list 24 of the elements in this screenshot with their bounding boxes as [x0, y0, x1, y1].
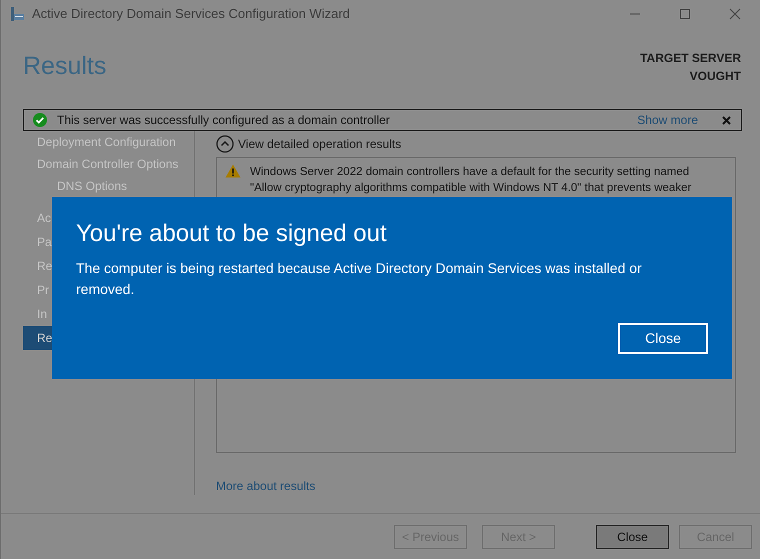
sidebar-item[interactable]: DNS Options: [23, 175, 194, 197]
page-title: Results: [23, 54, 106, 82]
target-server-label: TARGET SERVER: [640, 50, 741, 67]
maximize-icon[interactable]: [679, 8, 691, 20]
warning-text: "Allow cryptography algorithms compatible with Windows NT 4.0" that prevents weaker: [250, 180, 692, 196]
more-results-link[interactable]: More about results: [216, 477, 316, 495]
warning-icon: [225, 164, 241, 178]
sidebar-item[interactable]: Domain Controller Options: [23, 153, 194, 175]
window-title: Active Directory Domain Services Configuration Wizard: [32, 5, 350, 24]
collapse-chevron-icon[interactable]: [216, 134, 234, 153]
banner-message: This server was successfully configured as a domain controller: [57, 112, 390, 129]
warning-text: Windows Server 2022 domain controllers have a default for the security setting named: [250, 164, 690, 180]
dialog-message: The computer is being restarted because Active Directory Domain Services was installed or removed.: [76, 259, 643, 299]
server-app-icon: [9, 6, 25, 22]
dialog-title: You're about to be signed out: [76, 219, 388, 249]
close-icon[interactable]: [722, 116, 731, 124]
sidebar-item[interactable]: Deployment Configuration: [23, 131, 194, 153]
close-button[interactable]: Close: [618, 323, 708, 354]
details-toggle[interactable]: View detailed operation results: [238, 134, 402, 153]
show-more-link[interactable]: Show more: [637, 111, 698, 129]
server-name: VOUGHT: [690, 68, 741, 85]
wizard-button[interactable]: Close: [596, 525, 669, 549]
success-check-icon: [33, 113, 47, 127]
close-icon[interactable]: [729, 8, 741, 20]
